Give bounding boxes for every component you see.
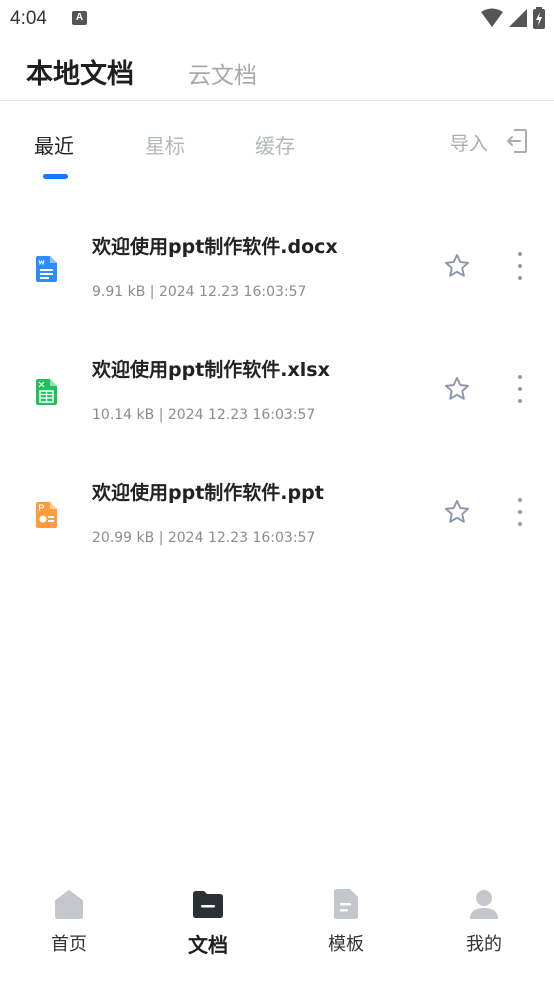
file-name: 欢迎使用ppt制作软件.docx bbox=[92, 236, 338, 258]
star-icon[interactable] bbox=[443, 375, 471, 403]
home-icon bbox=[55, 890, 83, 919]
file-meta: 20.99 kB | 2024 12.23 16:03:57 bbox=[92, 530, 316, 546]
bottom-nav: 首页 文档 模板 我的 bbox=[0, 872, 554, 984]
subtab-indicator bbox=[43, 174, 68, 179]
template-icon bbox=[334, 889, 358, 919]
status-time: 4:04 bbox=[10, 8, 47, 29]
ppt-file-icon bbox=[36, 502, 57, 528]
tab-local-docs[interactable]: 本地文档 bbox=[26, 52, 134, 91]
subtab-starred[interactable]: 星标 bbox=[145, 130, 185, 159]
more-options-icon[interactable] bbox=[510, 496, 530, 528]
file-meta: 9.91 kB | 2024 12.23 16:03:57 bbox=[92, 284, 307, 300]
notification-icon: A bbox=[72, 11, 87, 25]
top-tabs: 本地文档 云文档 bbox=[0, 36, 554, 101]
nav-docs[interactable]: 文档 bbox=[148, 872, 268, 972]
import-icon[interactable] bbox=[506, 128, 528, 154]
subtab-recent[interactable]: 最近 bbox=[34, 130, 74, 159]
folder-icon bbox=[193, 891, 223, 918]
file-name: 欢迎使用ppt制作软件.ppt bbox=[92, 482, 324, 504]
file-row[interactable]: 欢迎使用ppt制作软件.xlsx 10.14 kB | 2024 12.23 1… bbox=[0, 347, 554, 447]
file-row[interactable]: 欢迎使用ppt制作软件.docx 9.91 kB | 2024 12.23 16… bbox=[0, 224, 554, 324]
word-file-icon bbox=[36, 256, 57, 282]
nav-label: 文档 bbox=[188, 933, 228, 957]
more-options-icon[interactable] bbox=[510, 250, 530, 282]
file-row[interactable]: 欢迎使用ppt制作软件.ppt 20.99 kB | 2024 12.23 16… bbox=[0, 470, 554, 570]
battery-icon bbox=[533, 7, 545, 29]
signal-icon bbox=[509, 9, 527, 27]
nav-templates[interactable]: 模板 bbox=[286, 872, 406, 972]
file-name: 欢迎使用ppt制作软件.xlsx bbox=[92, 359, 330, 381]
profile-icon bbox=[470, 890, 498, 919]
tab-cloud-docs[interactable]: 云文档 bbox=[188, 56, 257, 90]
star-icon[interactable] bbox=[443, 252, 471, 280]
file-meta: 10.14 kB | 2024 12.23 16:03:57 bbox=[92, 407, 316, 423]
wifi-icon bbox=[481, 8, 503, 27]
subtab-cache[interactable]: 缓存 bbox=[255, 130, 295, 159]
more-options-icon[interactable] bbox=[510, 373, 530, 405]
import-button[interactable]: 导入 bbox=[450, 129, 488, 156]
nav-home[interactable]: 首页 bbox=[9, 872, 129, 972]
star-icon[interactable] bbox=[443, 498, 471, 526]
nav-label: 模板 bbox=[328, 934, 364, 955]
nav-label: 首页 bbox=[51, 934, 87, 955]
status-icons bbox=[480, 7, 546, 29]
excel-file-icon bbox=[36, 379, 57, 405]
nav-profile[interactable]: 我的 bbox=[424, 872, 544, 972]
nav-label: 我的 bbox=[466, 934, 502, 955]
status-bar: 4:04 A bbox=[0, 0, 554, 36]
